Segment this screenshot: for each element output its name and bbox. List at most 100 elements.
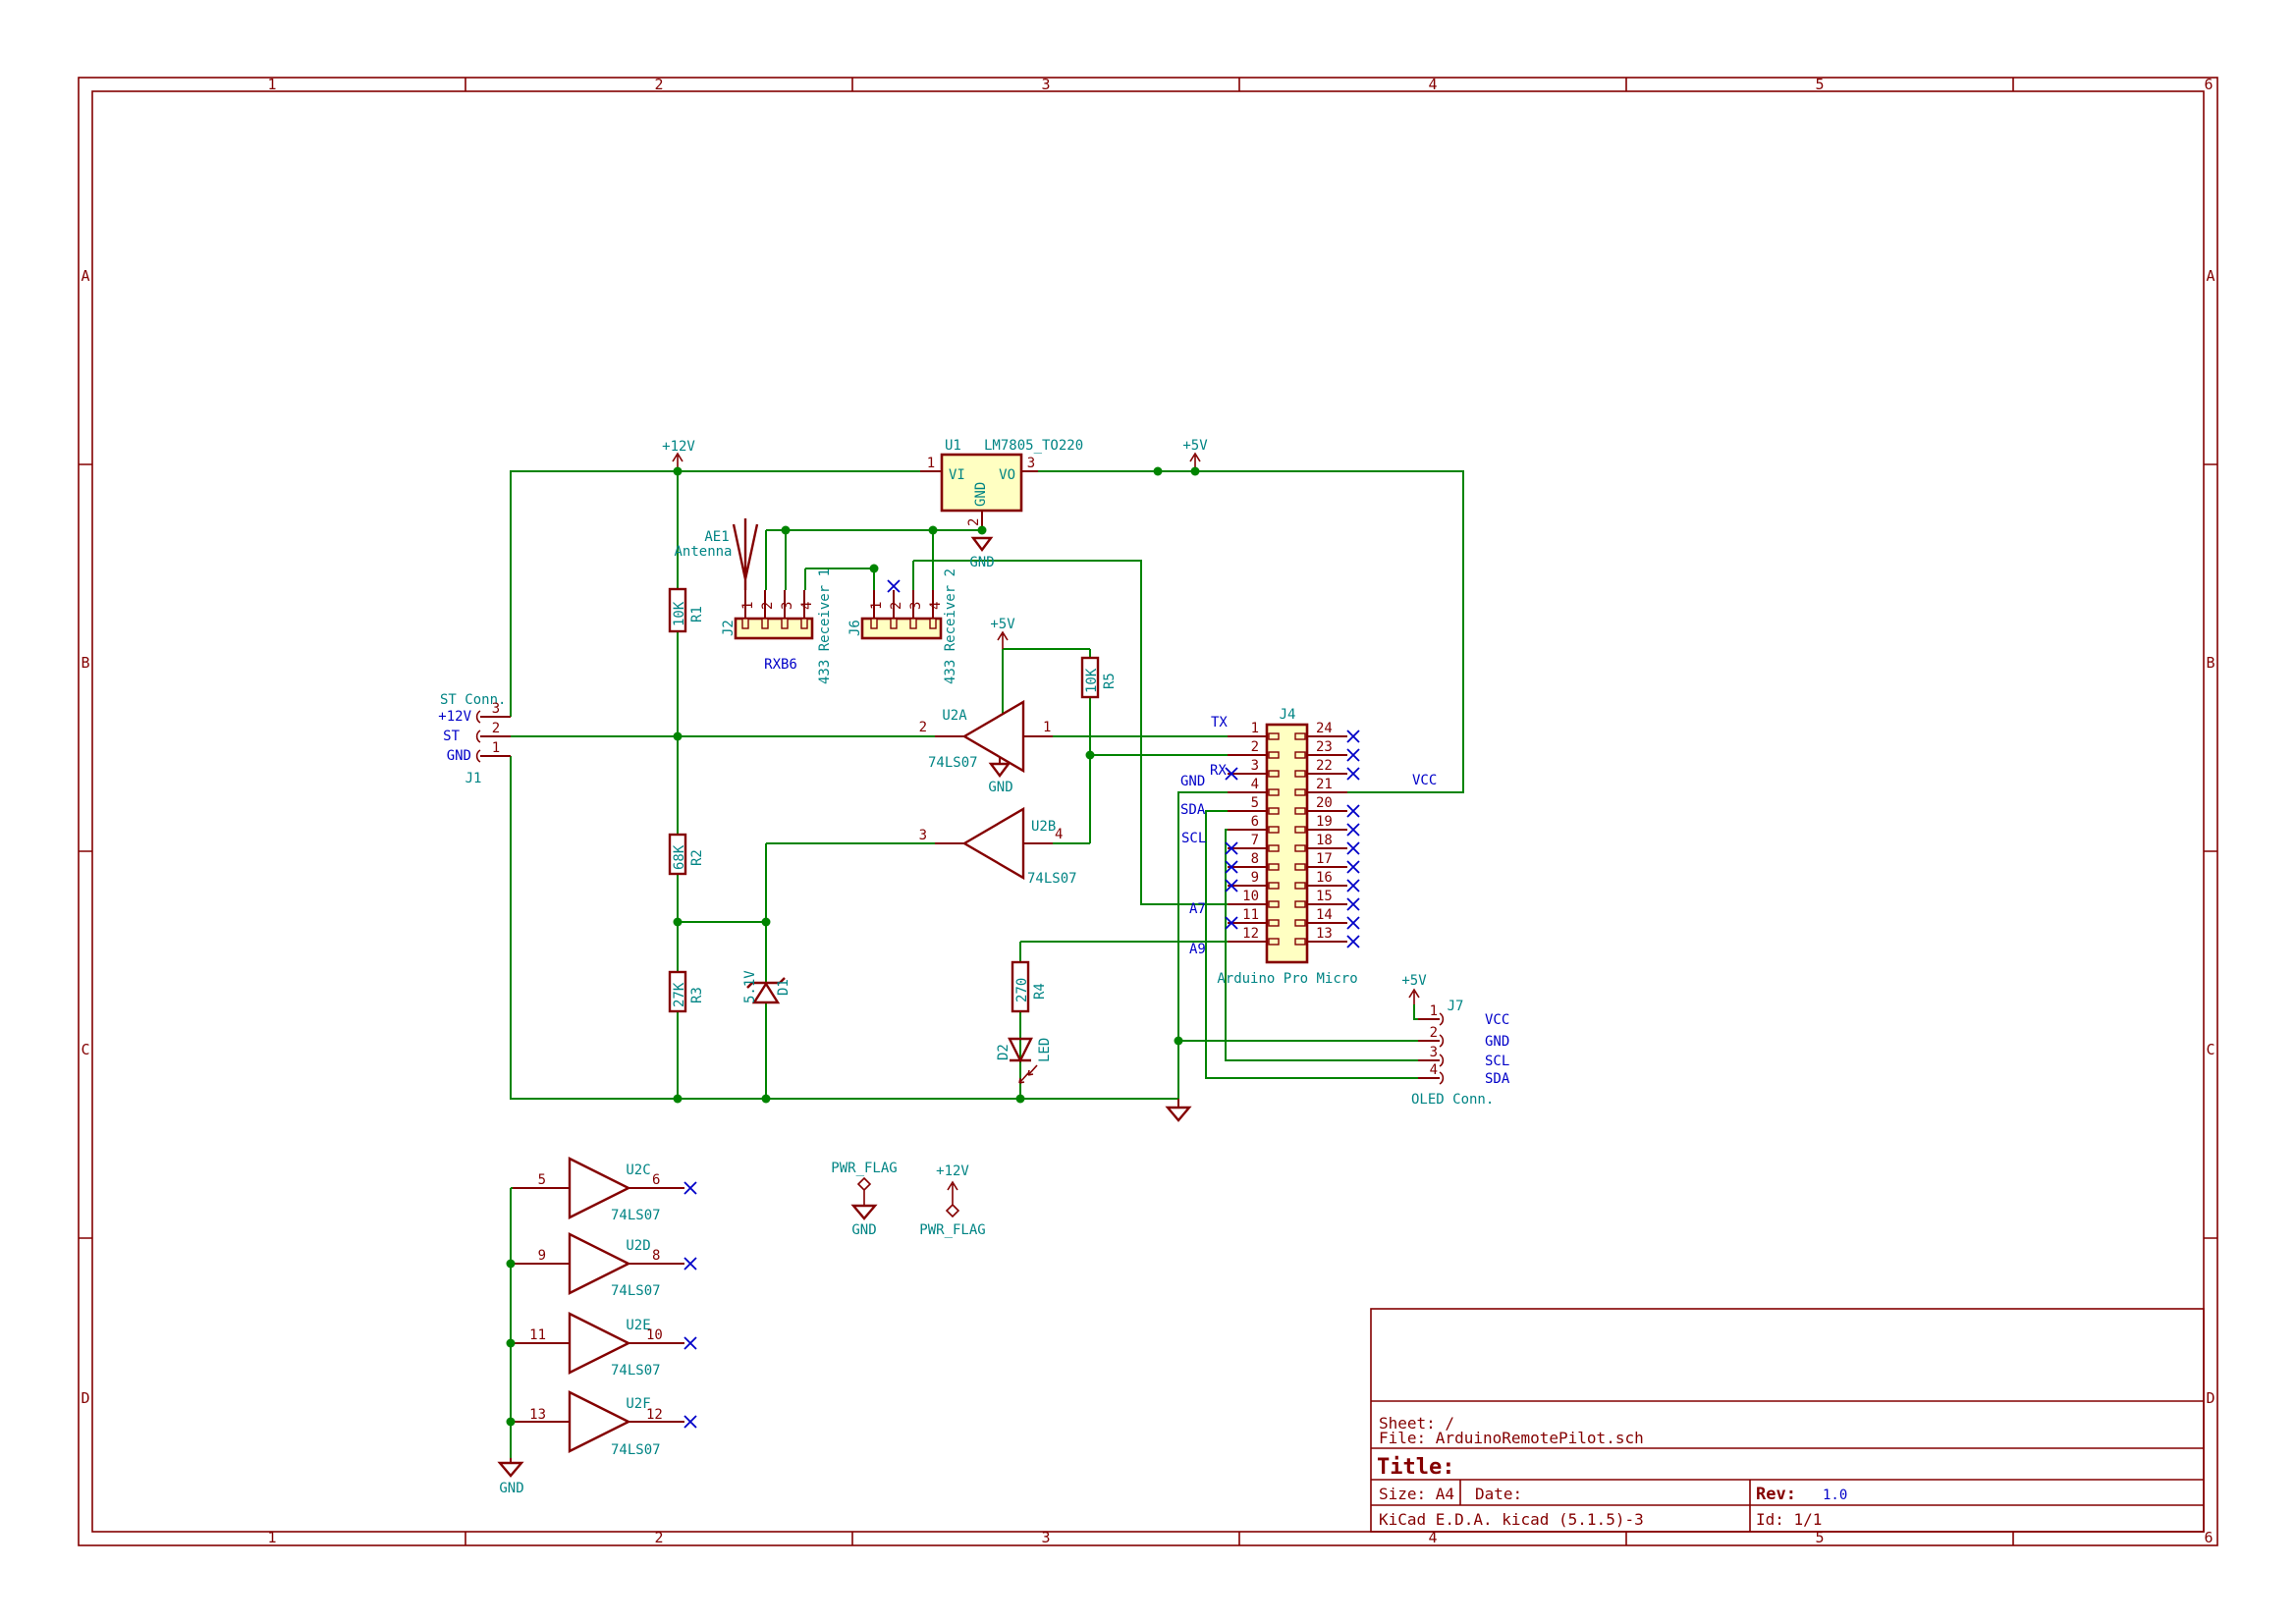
titleblock-title-label: Title: — [1377, 1455, 1454, 1480]
grid-ref-col-6: 6 — [2204, 1529, 2213, 1546]
u2e-value: 74LS07 — [611, 1363, 661, 1379]
j1-net-gnd: GND — [447, 748, 471, 764]
net-gnd-j4: GND — [1180, 774, 1205, 789]
grid-ref-row-A: A — [81, 267, 89, 285]
j4-pin-end — [1294, 919, 1306, 927]
j1-pin-2: 2 — [492, 721, 500, 736]
net-sda: SDA — [1180, 802, 1206, 818]
junction-dot — [1085, 750, 1095, 760]
j1-net-12v: +12V — [438, 709, 471, 725]
component-j2-rxb6[interactable] — [734, 590, 814, 640]
u2b-pin-4: 4 — [1055, 827, 1063, 842]
pwr-flag-2: PWR_FLAG — [919, 1222, 985, 1238]
grid-ref-col-4: 4 — [1428, 76, 1437, 93]
no-connect-x — [1346, 897, 1360, 911]
power-symbol-5v-j7[interactable] — [1408, 988, 1420, 1004]
no-connect-x — [1346, 730, 1360, 743]
power-symbol-5v-r5[interactable] — [997, 630, 1009, 649]
schematic-canvas[interactable]: 112233445566A AB BC CD D Sheet: / File: Ardu… — [0, 0, 2296, 1623]
title-block: Sheet: / File: ArduinoRemotePilot.sch Ti… — [1370, 1308, 2205, 1533]
u2c-pin-6: 6 — [652, 1172, 660, 1188]
u2c-value: 74LS07 — [611, 1208, 661, 1223]
junction-dots — [506, 466, 1200, 1427]
u2f-value: 74LS07 — [611, 1442, 661, 1458]
wire-divider-node — [677, 921, 766, 1099]
ae1-value: Antenna — [674, 544, 732, 560]
j4-pin-18: 18 — [1316, 833, 1333, 848]
j6-pin-3: 3 — [908, 602, 924, 610]
titleblock-date: Date: — [1475, 1485, 1522, 1503]
component-j6-receiver2[interactable] — [860, 590, 943, 640]
grid-ref-row-C: C — [2206, 1041, 2214, 1058]
u1-pin-2: 2 — [966, 518, 982, 526]
j4-pin-end — [1294, 844, 1306, 852]
j4-pin-8: 8 — [1251, 851, 1259, 867]
junction-dot — [506, 1259, 516, 1269]
j7-value: OLED Conn. — [1411, 1092, 1494, 1108]
power-5v-main: +5V — [1182, 438, 1208, 454]
j6-pin-4: 4 — [928, 602, 944, 610]
grid-ref-col-3: 3 — [1041, 76, 1050, 93]
u2c-ref: U2C — [626, 1163, 650, 1178]
grid-ref-col-3: 3 — [1041, 1529, 1050, 1546]
grid-ref-col-5: 5 — [1815, 76, 1824, 93]
j2-ref: J2 — [721, 620, 737, 636]
d1-ref: D1 — [776, 979, 792, 996]
r4-ref: R4 — [1032, 983, 1048, 1000]
pwr-flag-gnd[interactable] — [850, 1176, 878, 1220]
net-vcc: VCC — [1412, 773, 1437, 788]
j4-pin-end — [1294, 826, 1306, 834]
r5-value: 10K — [1084, 668, 1100, 693]
r2-ref: R2 — [689, 849, 705, 866]
grid-ref-row-B: B — [2206, 654, 2214, 672]
j4-pin-end — [1268, 882, 1280, 890]
grid-ref-row-D: D — [81, 1389, 89, 1407]
pwr-flag-1: PWR_FLAG — [831, 1161, 897, 1176]
u2a-value: 74LS07 — [928, 755, 978, 771]
no-connect-marks — [683, 579, 1360, 1429]
grid-ref-col-2: 2 — [654, 76, 663, 93]
u2d-pin-9: 9 — [538, 1248, 546, 1264]
pwr-flag-12v[interactable] — [945, 1180, 960, 1218]
junction-dot — [928, 525, 938, 535]
j4-pin-19: 19 — [1316, 814, 1333, 830]
u1-pin-name-vo: VO — [999, 467, 1015, 483]
j4-pin-11: 11 — [1242, 907, 1259, 923]
junction-dot — [1174, 1036, 1183, 1046]
no-connect-x — [1346, 879, 1360, 893]
grid-ref-row-A: A — [2206, 267, 2214, 285]
component-d2-led[interactable] — [1008, 1037, 1038, 1084]
wire-gnd-left — [510, 756, 1178, 1100]
r5-ref: R5 — [1102, 673, 1118, 689]
j4-pin-22: 22 — [1316, 758, 1333, 774]
j4-pin-end — [1268, 732, 1280, 740]
j2-pin-2: 2 — [760, 602, 776, 610]
j4-pin-2: 2 — [1251, 739, 1259, 755]
junction-dot — [781, 525, 791, 535]
gnd-symbol-u2cf[interactable] — [497, 1458, 524, 1478]
j7-net-gnd: GND — [1485, 1034, 1509, 1050]
j7-net-sda: SDA — [1485, 1071, 1510, 1087]
j7-pin-4: 4 — [1430, 1062, 1438, 1078]
net-a9: A9 — [1189, 942, 1206, 957]
gnd-symbol-main[interactable] — [1165, 1099, 1192, 1122]
wire-a9-led — [1019, 941, 1228, 1099]
no-connect-x — [683, 1336, 697, 1350]
no-connect-x — [683, 1415, 697, 1429]
j6-value: 433 Receiver 2 — [943, 568, 958, 684]
j1-net-st: ST — [443, 729, 460, 744]
j4-pin-end — [1294, 751, 1306, 759]
u2c-pin-5: 5 — [538, 1172, 546, 1188]
j4-pin-13: 13 — [1316, 926, 1333, 942]
grid-ref-col-2: 2 — [654, 1529, 663, 1546]
j4-pin-end — [1268, 788, 1280, 796]
j4-pin-24: 24 — [1316, 721, 1333, 736]
j1-ref: J1 — [465, 771, 482, 786]
r1-ref: R1 — [689, 606, 705, 622]
no-connect-x — [1346, 804, 1360, 818]
u2f-pin-13: 13 — [529, 1407, 546, 1423]
wire-j7-5v — [1413, 1004, 1418, 1020]
grid-ref-row-D: D — [2206, 1389, 2214, 1407]
power-5v-j7: +5V — [1401, 973, 1427, 989]
j7-pin-3: 3 — [1430, 1045, 1438, 1060]
